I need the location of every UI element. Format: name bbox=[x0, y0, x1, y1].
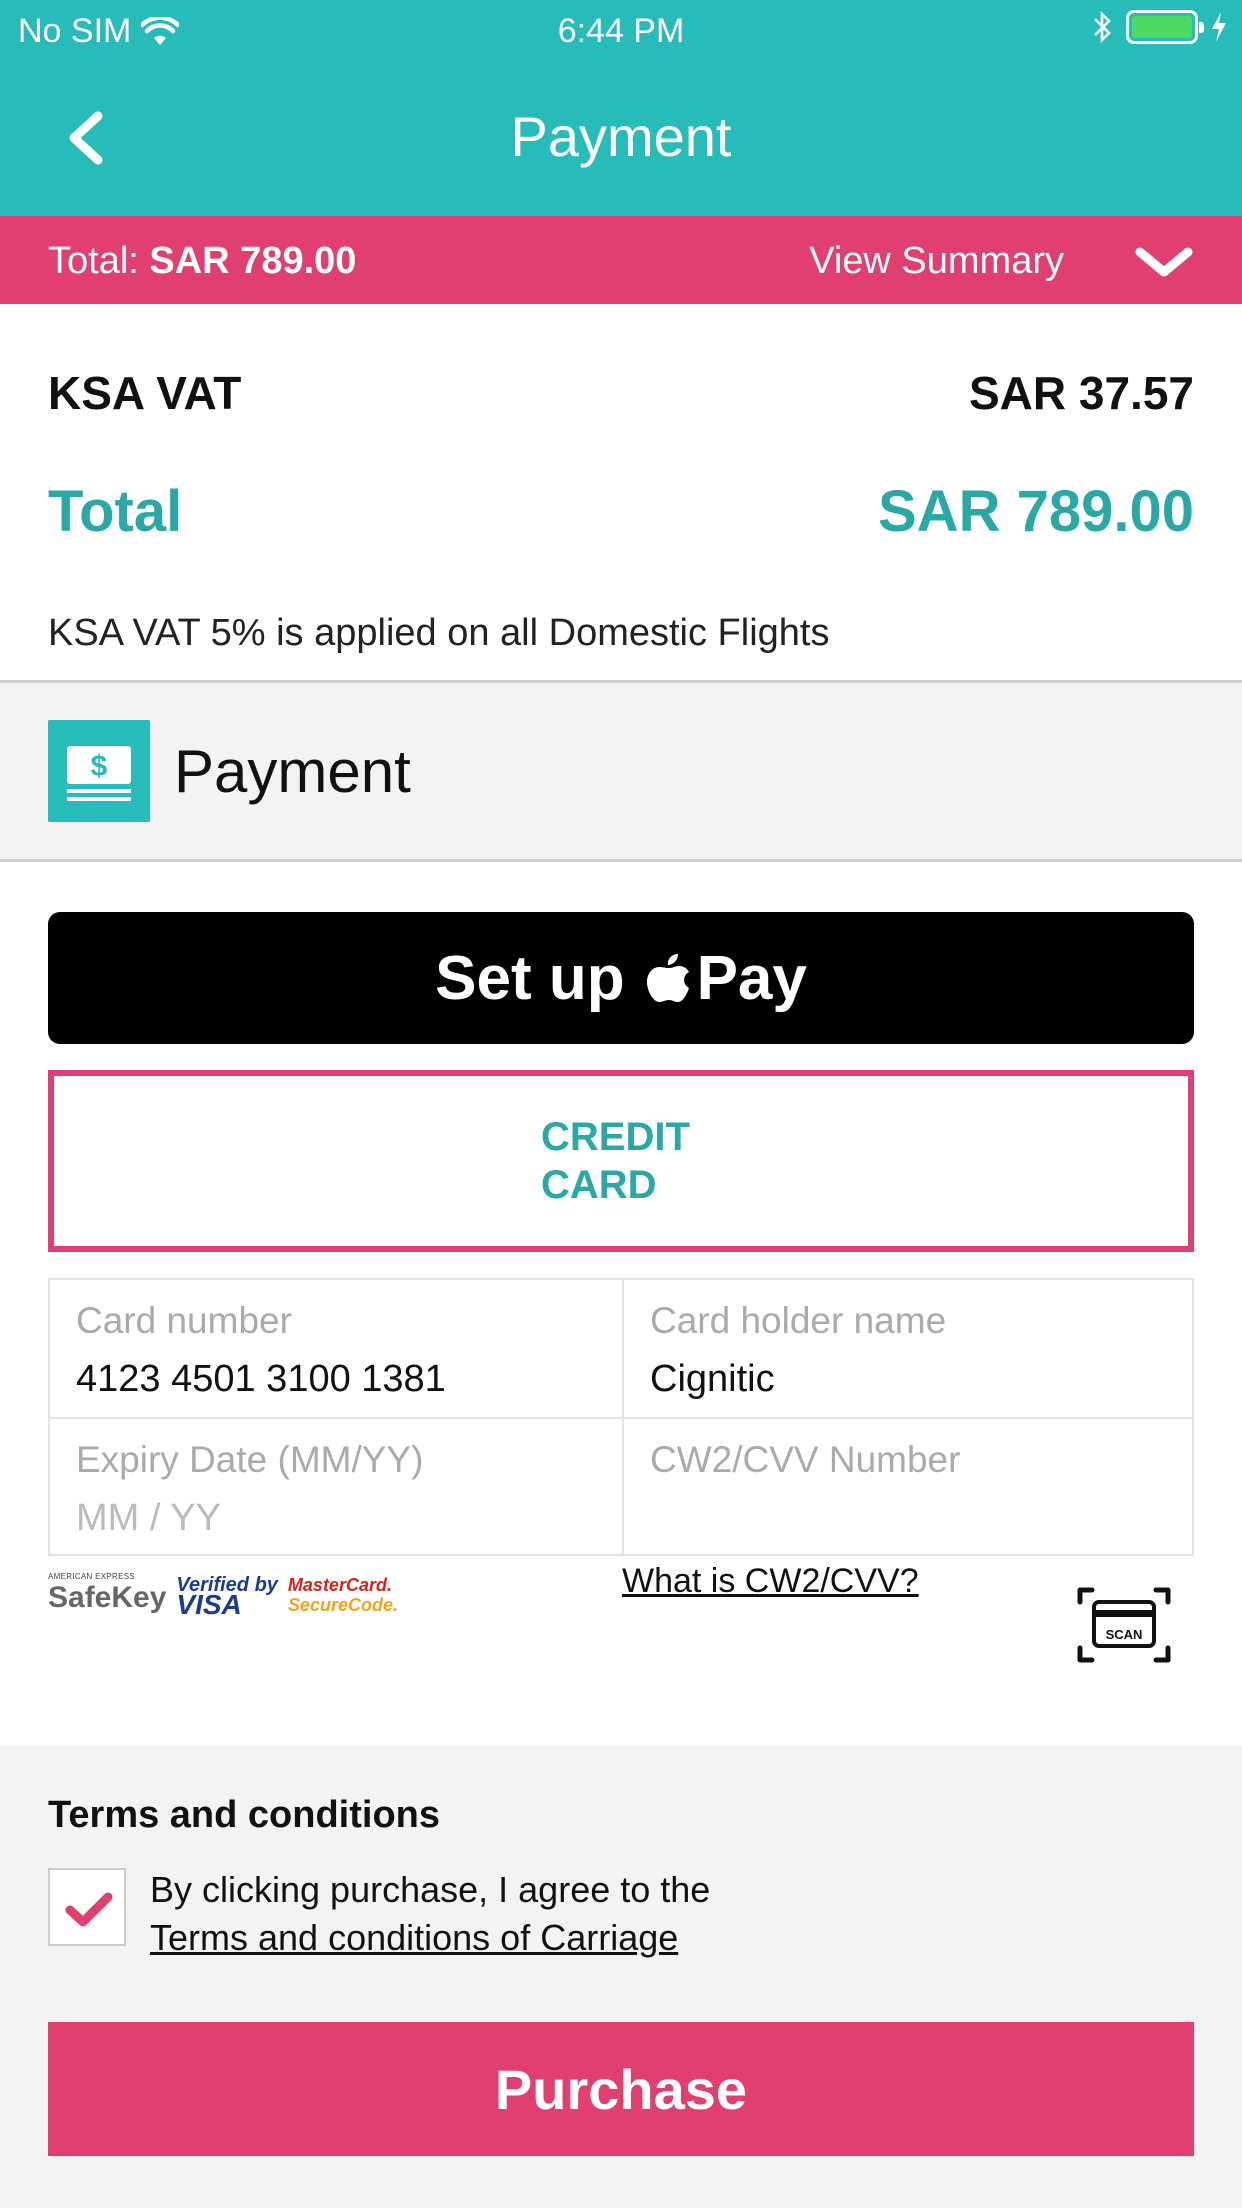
amex-safekey-top: AMERICAN EXPRESS bbox=[48, 1572, 136, 1581]
expiry-placeholder[interactable]: MM / YY bbox=[76, 1497, 221, 1540]
bluetooth-icon bbox=[1094, 10, 1111, 44]
terms-title: Terms and conditions bbox=[48, 1794, 441, 1836]
card-holder-value[interactable]: Cignitic bbox=[650, 1358, 775, 1401]
battery-icon bbox=[1126, 10, 1204, 44]
terms-text: By clicking purchase, I agree to the Ter… bbox=[150, 1866, 710, 1962]
cvv-label: CW2/CVV Number bbox=[650, 1439, 961, 1480]
amex-safekey-logo: AMERICAN EXPRESS SafeKey bbox=[48, 1572, 166, 1615]
credit-card-label: CREDIT CARD bbox=[541, 1115, 690, 1207]
apple-pay-button[interactable]: Set up Pay bbox=[48, 912, 1194, 1044]
security-badges: AMERICAN EXPRESS SafeKey Verified by VIS… bbox=[48, 1572, 398, 1620]
cvv-help-link[interactable]: What is CW2/CVV? bbox=[622, 1562, 919, 1601]
cvv-field[interactable]: CW2/CVV Number bbox=[624, 1419, 1196, 1556]
total-value: SAR 789.00 bbox=[878, 479, 1194, 544]
scan-label: SCAN bbox=[1106, 1627, 1143, 1642]
top-bar: No SIM 6:44 PM Payment bbox=[0, 0, 1242, 216]
payment-section-header: $ Payment bbox=[0, 683, 1242, 861]
terms-checkbox[interactable] bbox=[48, 1868, 126, 1946]
summary-total: Total: SAR 789.00 bbox=[48, 240, 356, 283]
mc-main: SecureCode. bbox=[287, 1595, 398, 1615]
form-divider bbox=[50, 1417, 1192, 1419]
summary-total-label: Total: bbox=[48, 240, 139, 282]
apple-pay-suffix: Pay bbox=[696, 943, 807, 1013]
terms-agree-text: By clicking purchase, I agree to the bbox=[150, 1869, 711, 1910]
vat-row: KSA VAT SAR 37.57 bbox=[48, 366, 1194, 420]
vat-value: SAR 37.57 bbox=[968, 367, 1194, 419]
purchase-button[interactable]: Purchase bbox=[48, 2022, 1194, 2156]
cash-icon-symbol: $ bbox=[91, 750, 108, 783]
terms-section: Terms and conditions By clicking purchas… bbox=[0, 1746, 1242, 2208]
checkmark-icon bbox=[65, 1892, 113, 1927]
total-label: Total bbox=[48, 479, 183, 544]
status-right bbox=[1092, 10, 1228, 44]
summary-total-value: SAR 789.00 bbox=[149, 240, 357, 282]
divider bbox=[0, 859, 1242, 862]
card-number-label: Card number bbox=[76, 1300, 292, 1341]
charging-icon bbox=[1212, 12, 1226, 42]
chevron-down-icon[interactable] bbox=[1134, 244, 1194, 280]
vat-label: KSA VAT bbox=[48, 367, 242, 419]
mc-top: MasterCard. bbox=[287, 1575, 392, 1595]
mastercard-securecode-logo: MasterCard. SecureCode. bbox=[288, 1575, 398, 1615]
card-number-value[interactable]: 4123 4501 3100 1381 bbox=[76, 1358, 446, 1401]
card-holder-field[interactable]: Card holder name Cignitic bbox=[624, 1280, 1196, 1417]
total-row: Total SAR 789.00 bbox=[48, 478, 1194, 545]
terms-link[interactable]: Terms and conditions of Carriage bbox=[150, 1917, 678, 1958]
card-holder-label: Card holder name bbox=[650, 1300, 947, 1341]
card-form: Card number 4123 4501 3100 1381 Card hol… bbox=[48, 1278, 1194, 1556]
credit-card-button[interactable]: CREDIT CARD bbox=[48, 1070, 1194, 1252]
verified-by-visa-logo: Verified by VISA bbox=[176, 1575, 278, 1620]
visa-main: VISA bbox=[176, 1589, 242, 1620]
view-summary-button[interactable]: View Summary bbox=[809, 240, 1064, 283]
amex-safekey-main: SafeKey bbox=[48, 1581, 167, 1614]
apple-logo-icon bbox=[646, 954, 689, 1002]
scan-card-icon[interactable]: SCAN bbox=[1076, 1584, 1172, 1666]
apple-pay-mark: Pay bbox=[645, 943, 807, 1014]
expiry-label: Expiry Date (MM/YY) bbox=[76, 1439, 424, 1480]
card-number-field[interactable]: Card number 4123 4501 3100 1381 bbox=[50, 1280, 622, 1417]
cash-icon: $ bbox=[48, 720, 150, 822]
expiry-field[interactable]: Expiry Date (MM/YY) MM / YY bbox=[50, 1419, 622, 1556]
vat-note: KSA VAT 5% is applied on all Domestic Fl… bbox=[48, 612, 830, 654]
apple-pay-prefix: Set up bbox=[435, 943, 625, 1013]
summary-bar[interactable]: Total: SAR 789.00 View Summary bbox=[0, 216, 1242, 304]
status-bar: No SIM 6:44 PM bbox=[0, 0, 1242, 60]
status-time: 6:44 PM bbox=[557, 12, 685, 50]
payment-section-title: Payment bbox=[174, 738, 411, 805]
page-title: Payment bbox=[510, 105, 732, 168]
